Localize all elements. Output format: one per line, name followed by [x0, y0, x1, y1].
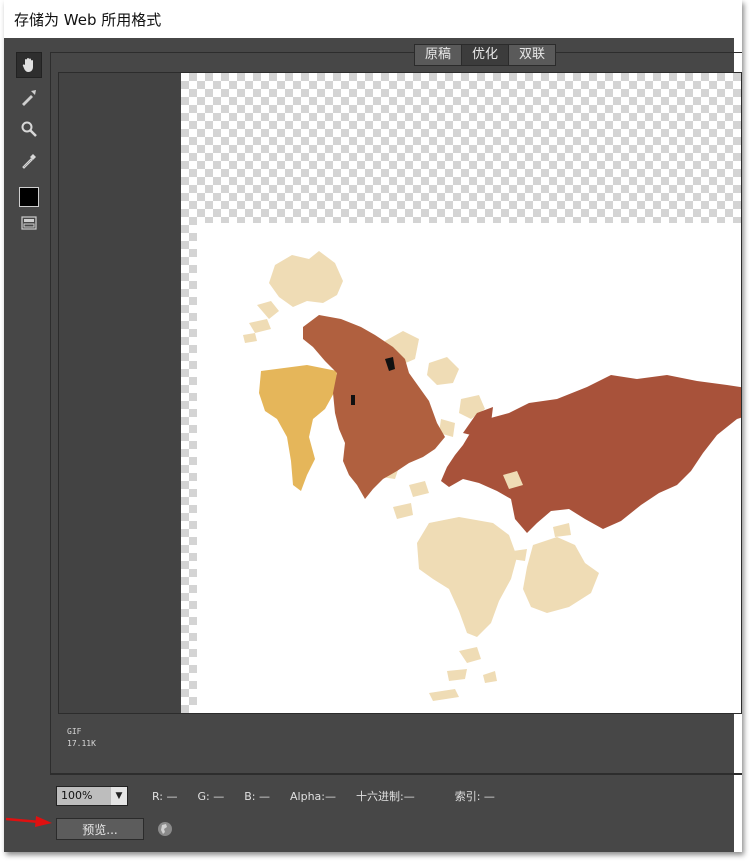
- slice-select-tool-button[interactable]: [16, 84, 42, 110]
- tab-original[interactable]: 原稿: [415, 45, 463, 65]
- image-canvas[interactable]: [58, 72, 742, 714]
- slice-select-icon: [22, 90, 36, 106]
- red-readout: R: —: [152, 789, 178, 803]
- tool-palette: [16, 52, 44, 242]
- zoom-select[interactable]: 100% ▼: [56, 786, 128, 806]
- browser-preview-icon[interactable]: [157, 821, 173, 837]
- zoom-icon: [21, 121, 37, 137]
- islands-top: [243, 301, 279, 343]
- status-bar: 100% ▼ R: — G: — B: — Alpha:— 十六进制:— 索引:…: [56, 786, 515, 806]
- tab-optimized[interactable]: 优化: [462, 45, 510, 65]
- save-for-web-dialog: 存储为 Web 所用格式 原稿 优化 双联 GIF 17.11K 100% ▼ …: [4, 0, 742, 852]
- hex-readout: 十六进制:—: [355, 790, 415, 803]
- toggle-slices-button[interactable]: [16, 210, 42, 236]
- eurasia-shape: [441, 375, 741, 533]
- dialog-title: 存储为 Web 所用格式: [4, 0, 742, 38]
- toggle-slices-icon: [21, 216, 37, 230]
- world-map-image: [197, 223, 741, 713]
- hand-tool-button[interactable]: [16, 52, 42, 78]
- australia-shape: [269, 251, 343, 307]
- islands-bottom: [429, 647, 497, 701]
- tab-2-up[interactable]: 双联: [509, 45, 556, 65]
- zoom-value[interactable]: 100%: [57, 787, 111, 805]
- zoom-tool-button[interactable]: [16, 116, 42, 142]
- preview-button[interactable]: 预览...: [56, 818, 144, 840]
- chevron-down-icon[interactable]: ▼: [111, 787, 127, 805]
- southeast-asia-shape: [523, 537, 599, 613]
- color-swatch: [19, 187, 39, 207]
- green-readout: G: —: [197, 789, 225, 803]
- image-size: 17.11K: [67, 739, 96, 748]
- south-america-shape: [259, 365, 337, 491]
- red-arrow-annotation: [6, 816, 52, 827]
- blue-readout: B: —: [244, 789, 270, 803]
- alpha-readout: Alpha:—: [290, 789, 336, 803]
- eyedropper-icon: [22, 154, 36, 169]
- eyedropper-color-button[interactable]: [16, 184, 42, 210]
- hand-icon: [22, 58, 33, 72]
- africa-shape: [417, 517, 517, 637]
- bottom-divider: [50, 774, 742, 775]
- view-tabs: 原稿 优化 双联: [414, 44, 557, 66]
- image-info: GIF 17.11K: [67, 726, 96, 750]
- index-readout: 索引: —: [454, 790, 495, 803]
- image-format: GIF: [67, 727, 82, 736]
- eyedropper-tool-button[interactable]: [16, 148, 42, 174]
